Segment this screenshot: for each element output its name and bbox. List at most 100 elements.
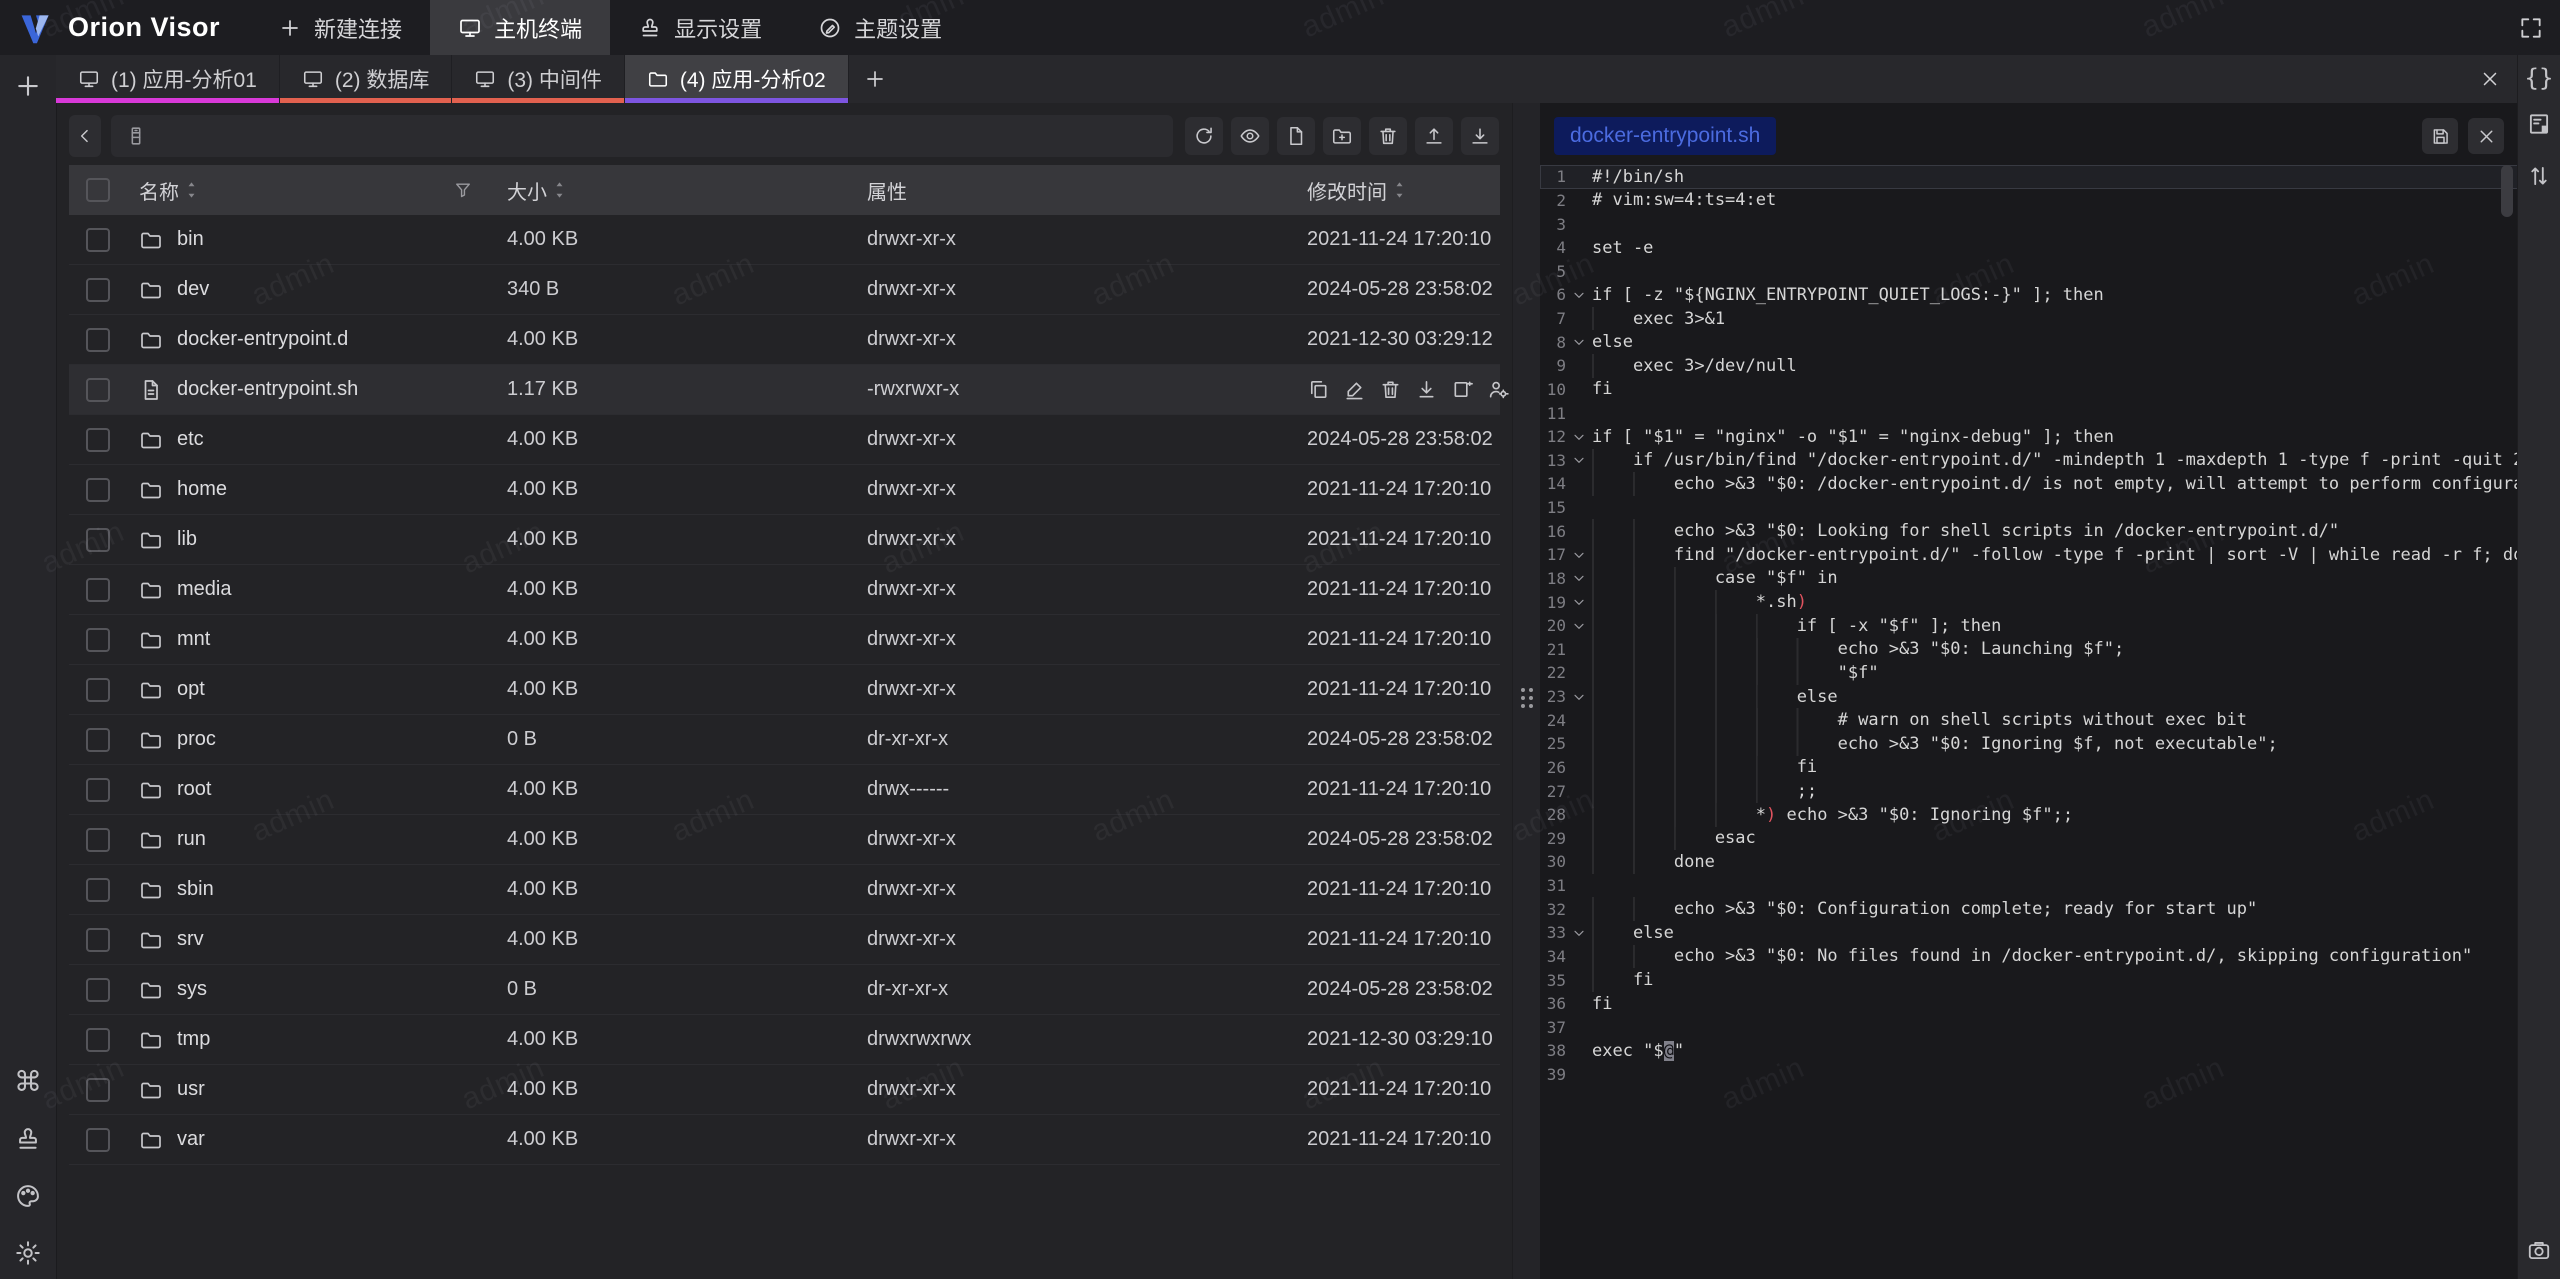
row-checkbox[interactable]: [86, 878, 110, 902]
nav-item-2[interactable]: 显示设置: [610, 0, 790, 55]
table-row-etc[interactable]: etc4.00 KBdrwxr-xr-x2024-05-28 23:58:02: [69, 415, 1500, 465]
row-checkbox[interactable]: [86, 978, 110, 1002]
table-row-var[interactable]: var4.00 KBdrwxr-xr-x2021-11-24 17:20:10: [69, 1115, 1500, 1165]
row-checkbox[interactable]: [86, 328, 110, 352]
upload-button[interactable]: [1415, 117, 1453, 155]
nav-item-3[interactable]: 主题设置: [790, 0, 970, 55]
column-header-1[interactable]: 大小: [495, 176, 855, 205]
table-row-sys[interactable]: sys0 Bdr-xr-xr-x2024-05-28 23:58:02: [69, 965, 1500, 1015]
screenshot-camera-icon[interactable]: [2526, 1237, 2552, 1263]
table-row-srv[interactable]: srv4.00 KBdrwxr-xr-x2021-11-24 17:20:10: [69, 915, 1500, 965]
fold-chevron-icon[interactable]: [1566, 594, 1592, 610]
fold-chevron-icon[interactable]: [1566, 452, 1592, 468]
table-row-run[interactable]: run4.00 KBdrwxr-xr-x2024-05-28 23:58:02: [69, 815, 1500, 865]
delete-button[interactable]: [1369, 117, 1407, 155]
save-button[interactable]: [2422, 118, 2458, 154]
table-row-media[interactable]: media4.00 KBdrwxr-xr-x2021-11-24 17:20:1…: [69, 565, 1500, 615]
table-row-tmp[interactable]: tmp4.00 KBdrwxrwxrwx2021-12-30 03:29:10: [69, 1015, 1500, 1065]
fold-chevron-icon[interactable]: [1566, 334, 1592, 350]
row-checkbox[interactable]: [86, 1128, 110, 1152]
back-button[interactable]: [69, 115, 101, 157]
table-row-proc[interactable]: proc0 Bdr-xr-xr-x2024-05-28 23:58:02: [69, 715, 1500, 765]
doc-bookmark-icon[interactable]: [2526, 111, 2552, 137]
table-row-root[interactable]: root4.00 KBdrwx------2021-11-24 17:20:10: [69, 765, 1500, 815]
row-checkbox[interactable]: [86, 628, 110, 652]
row-checkbox[interactable]: [86, 378, 110, 402]
theme-settings-icon[interactable]: [14, 1182, 42, 1210]
fold-chevron-icon[interactable]: [1566, 547, 1592, 563]
close-tabs-button[interactable]: [2462, 55, 2518, 103]
new-tab-button[interactable]: [849, 55, 901, 103]
tab-1[interactable]: (1) 应用-分析01: [56, 55, 280, 103]
fold-chevron-icon[interactable]: [1566, 287, 1592, 303]
download-button[interactable]: [1461, 117, 1499, 155]
preview-button[interactable]: [1231, 117, 1269, 155]
app-logo[interactable]: Orion Visor: [0, 0, 250, 55]
panel-divider[interactable]: [1512, 103, 1542, 1279]
fullscreen-button[interactable]: [2502, 0, 2560, 55]
filter-icon[interactable]: [453, 180, 473, 200]
table-row-docker-entrypoint.sh[interactable]: docker-entrypoint.sh1.17 KB-rwxrwxr-x: [69, 365, 1500, 415]
settings-icon[interactable]: [14, 1239, 42, 1267]
editor-scrollbar[interactable]: [2501, 165, 2513, 217]
row-checkbox[interactable]: [86, 578, 110, 602]
fold-chevron-icon[interactable]: [1566, 570, 1592, 586]
table-row-home[interactable]: home4.00 KBdrwxr-xr-x2021-11-24 17:20:10: [69, 465, 1500, 515]
fold-chevron-icon[interactable]: [1566, 429, 1592, 445]
column-header-2[interactable]: 属性: [855, 176, 1295, 205]
open-file-tag[interactable]: docker-entrypoint.sh: [1554, 117, 1776, 155]
table-row-docker-entrypoint.d[interactable]: docker-entrypoint.d4.00 KBdrwxr-xr-x2021…: [69, 315, 1500, 365]
row-checkbox[interactable]: [86, 678, 110, 702]
sort-lines-icon[interactable]: [2526, 163, 2552, 189]
close-editor-button[interactable]: [2468, 118, 2504, 154]
table-row-usr[interactable]: usr4.00 KBdrwxr-xr-x2021-11-24 17:20:10: [69, 1065, 1500, 1115]
new-folder-button[interactable]: [1323, 117, 1361, 155]
table-row-sbin[interactable]: sbin4.00 KBdrwxr-xr-x2021-11-24 17:20:10: [69, 865, 1500, 915]
column-header-3[interactable]: 修改时间: [1295, 176, 1500, 205]
tab-2[interactable]: (2) 数据库: [280, 55, 453, 103]
row-checkbox[interactable]: [86, 778, 110, 802]
table-row-opt[interactable]: opt4.00 KBdrwxr-xr-x2021-11-24 17:20:10: [69, 665, 1500, 715]
row-checkbox[interactable]: [86, 728, 110, 752]
new-connection-icon[interactable]: [13, 71, 43, 101]
download-icon[interactable]: [1415, 378, 1438, 401]
table-row-bin[interactable]: bin4.00 KBdrwxr-xr-x2021-11-24 17:20:10: [69, 215, 1500, 265]
sort-icon[interactable]: [553, 180, 566, 200]
tab-4[interactable]: (4) 应用-分析02: [625, 55, 849, 103]
new-file-button[interactable]: [1277, 117, 1315, 155]
row-checkbox[interactable]: [86, 228, 110, 252]
path-breadcrumb[interactable]: [111, 115, 1173, 157]
row-checkbox[interactable]: [86, 828, 110, 852]
fold-chevron-icon[interactable]: [1566, 618, 1592, 634]
code-braces-icon[interactable]: {}: [2526, 65, 2552, 91]
sort-icon[interactable]: [1393, 180, 1406, 200]
permission-icon[interactable]: [1487, 378, 1510, 401]
table-row-dev[interactable]: dev340 Bdrwxr-xr-x2024-05-28 23:58:02: [69, 265, 1500, 315]
drag-handle-icon[interactable]: [1521, 688, 1533, 708]
delete-icon[interactable]: [1379, 378, 1402, 401]
nav-item-0[interactable]: 新建连接: [250, 0, 430, 55]
copy-icon[interactable]: [1307, 378, 1330, 401]
nav-item-1[interactable]: 主机终端: [430, 0, 610, 55]
fold-chevron-icon[interactable]: [1566, 925, 1592, 941]
edit-icon[interactable]: [1343, 378, 1366, 401]
row-checkbox[interactable]: [86, 278, 110, 302]
sort-icon[interactable]: [185, 180, 198, 200]
table-row-mnt[interactable]: mnt4.00 KBdrwxr-xr-x2021-11-24 17:20:10: [69, 615, 1500, 665]
display-settings-icon[interactable]: [14, 1125, 42, 1153]
row-checkbox[interactable]: [86, 1078, 110, 1102]
tab-3[interactable]: (3) 中间件: [452, 55, 625, 103]
row-checkbox[interactable]: [86, 1028, 110, 1052]
row-checkbox[interactable]: [86, 528, 110, 552]
row-checkbox[interactable]: [86, 478, 110, 502]
code-area[interactable]: 1#!/bin/sh2# vim:sw=4:ts=4:et34set -e56i…: [1540, 165, 2518, 1279]
rename-icon[interactable]: [1451, 378, 1474, 401]
table-row-lib[interactable]: lib4.00 KBdrwxr-xr-x2021-11-24 17:20:10: [69, 515, 1500, 565]
row-checkbox[interactable]: [86, 928, 110, 952]
refresh-button[interactable]: [1185, 117, 1223, 155]
command-icon[interactable]: ⌘: [14, 1068, 42, 1096]
select-all-checkbox[interactable]: [86, 178, 110, 202]
column-header-0[interactable]: 名称: [127, 176, 495, 205]
row-checkbox[interactable]: [86, 428, 110, 452]
fold-chevron-icon[interactable]: [1566, 689, 1592, 705]
